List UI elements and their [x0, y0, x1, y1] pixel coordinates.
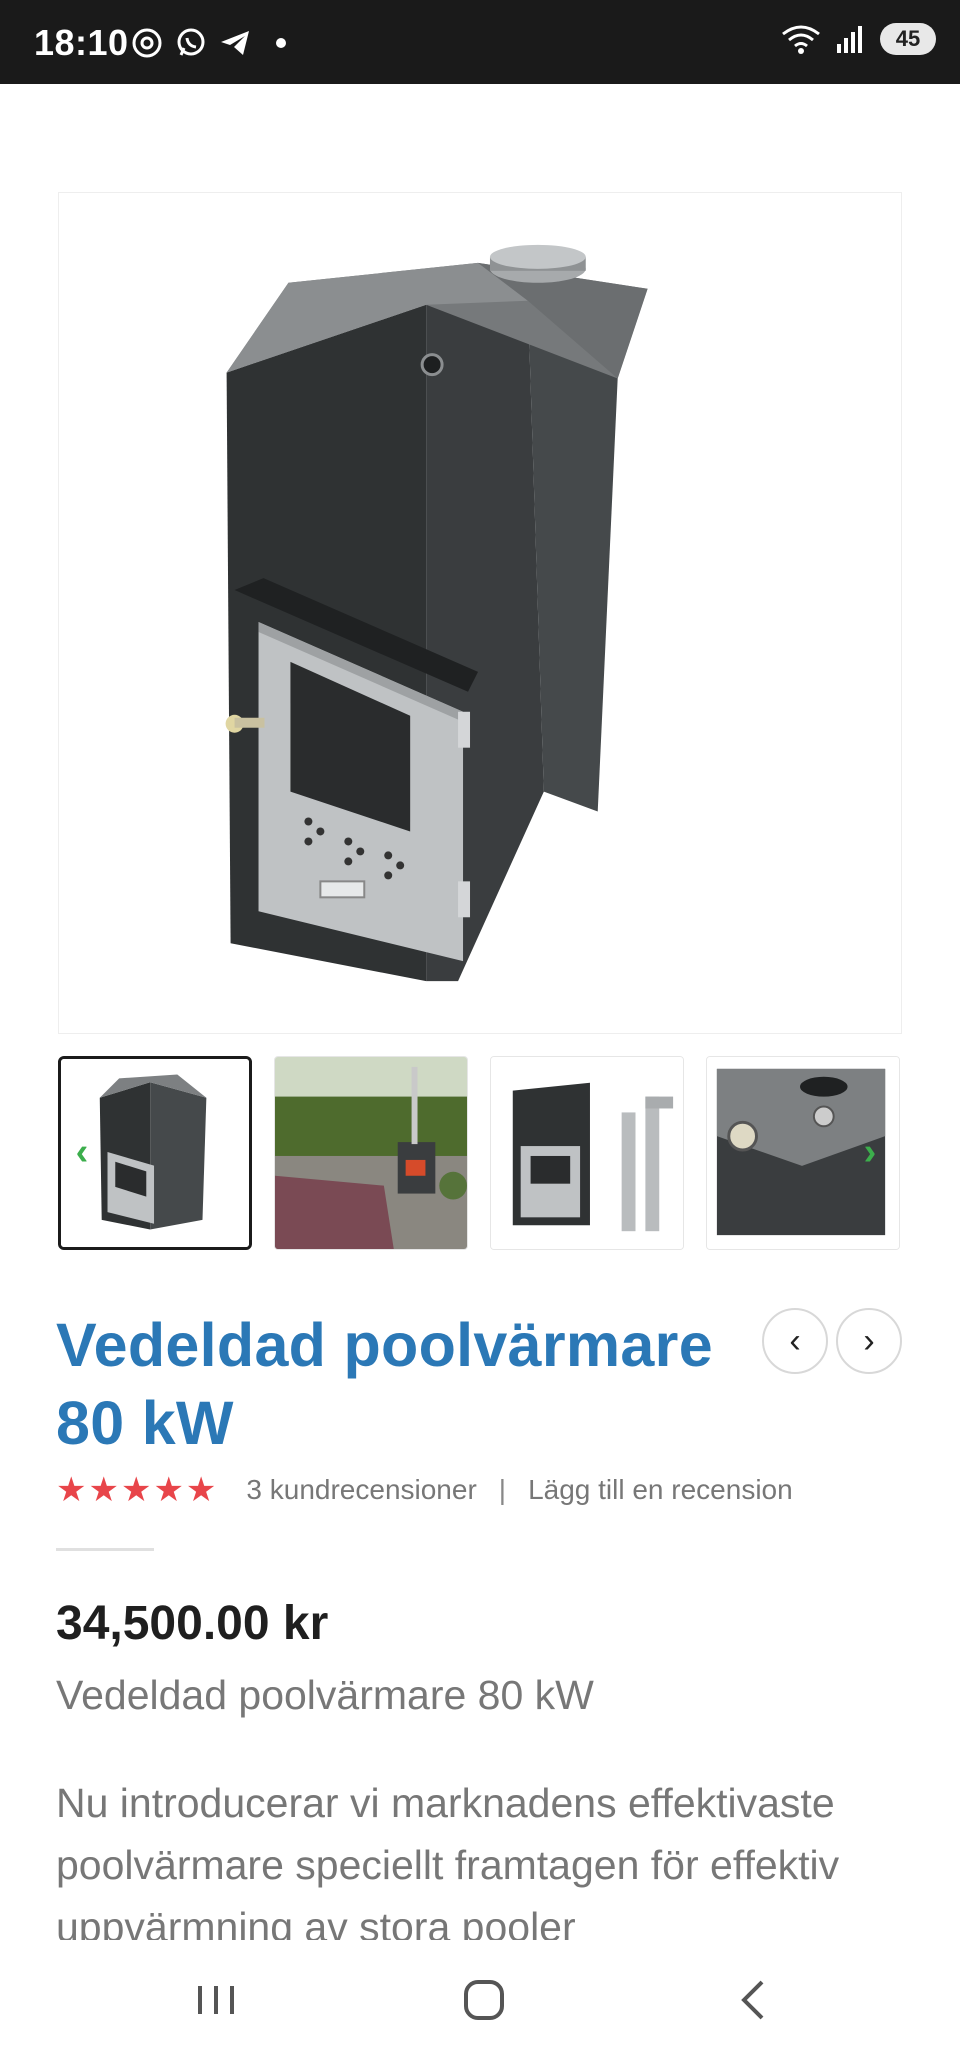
- battery-indicator: 45: [880, 23, 936, 55]
- next-product-button[interactable]: ›: [836, 1308, 902, 1374]
- add-review-link[interactable]: Lägg till en recension: [528, 1474, 793, 1506]
- status-time: 18:10: [34, 22, 129, 63]
- product-title: Vedeldad poolvärmare 80 kW: [56, 1311, 713, 1457]
- status-bar: 18:10 45: [0, 0, 960, 84]
- thumbnail-2[interactable]: [274, 1056, 468, 1250]
- rating-separator: |: [498, 1474, 507, 1505]
- thumbnail-strip: ‹ ›: [58, 1056, 902, 1250]
- star-rating-icon: ★★★★★: [56, 1471, 219, 1509]
- signal-icon: [837, 26, 862, 53]
- whatsapp-icon: [177, 28, 205, 56]
- prev-product-button[interactable]: ‹: [762, 1308, 828, 1374]
- product-description: Nu introducerar vi marknadens effektivas…: [56, 1780, 840, 1940]
- review-count-link[interactable]: 3 kundrecensioner: [246, 1474, 476, 1506]
- system-navigation-bar: [0, 1940, 960, 2059]
- pool-heater-illustration: [59, 193, 901, 1033]
- product-price: 34,500.00 kr: [56, 1597, 329, 1650]
- threads-icon: [132, 28, 162, 58]
- thumbnail-prev-arrow[interactable]: ‹: [68, 1132, 96, 1172]
- chevron-right-icon: ›: [863, 1321, 875, 1360]
- status-right: 45: [780, 22, 936, 56]
- notification-dot-icon: [276, 38, 286, 48]
- chevron-left-icon: ‹: [789, 1321, 801, 1360]
- recent-apps-icon[interactable]: [186, 1970, 246, 2030]
- main-product-image[interactable]: [58, 192, 902, 1034]
- product-subtitle: Vedeldad poolvärmare 80 kW: [56, 1672, 594, 1718]
- thumbnail-3[interactable]: [490, 1056, 684, 1250]
- home-icon[interactable]: [454, 1970, 514, 2030]
- telegram-icon: [221, 31, 249, 55]
- wifi-icon: [782, 25, 820, 54]
- back-icon[interactable]: [724, 1970, 784, 2030]
- thumbnail-heater-pipes-image: [491, 1057, 683, 1249]
- thumbnail-next-arrow[interactable]: ›: [856, 1132, 884, 1172]
- divider: [56, 1548, 154, 1551]
- rating-row: ★★★★★ 3 kundrecensioner | Lägg till en r…: [56, 1470, 793, 1510]
- status-left-icons: [130, 26, 286, 60]
- thumbnail-garden-image: [275, 1057, 467, 1249]
